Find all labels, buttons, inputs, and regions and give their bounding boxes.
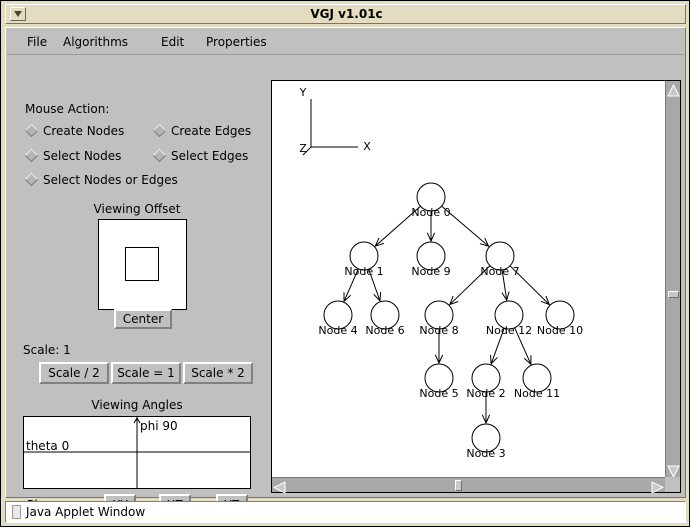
node-layer [323, 182, 575, 453]
triangle-down-icon [14, 11, 22, 17]
status-bar: Java Applet Window [5, 501, 686, 523]
axis-x-label: X [363, 140, 371, 153]
radio-create-nodes[interactable] [25, 124, 38, 137]
radio-select-nodes-or-edges[interactable] [25, 173, 38, 186]
radio-select-edges[interactable] [153, 149, 166, 162]
viewing-offset-handle[interactable] [125, 247, 159, 281]
horizontal-scrollbar[interactable] [272, 477, 665, 494]
viewing-angles-title: Viewing Angles [91, 398, 183, 412]
menu-algorithms[interactable]: Algorithms [59, 34, 132, 50]
radio-create-edges[interactable] [153, 124, 166, 137]
radio-label-select-nodes: Select Nodes [43, 149, 122, 163]
scale-divide-button[interactable]: Scale / 2 [39, 362, 109, 384]
viewing-angles-pad[interactable]: theta 0 phi 90 [23, 416, 251, 489]
viewing-offset-title: Viewing Offset [93, 202, 181, 216]
menu-bar: File Algorithms Edit Properties [7, 29, 684, 55]
scale-label: Scale: 1 [23, 343, 71, 357]
graph-node-label: Node 0 [411, 206, 451, 219]
radio-label-create-edges: Create Edges [171, 124, 252, 138]
menu-file[interactable]: File [23, 34, 51, 50]
scale-multiply-button[interactable]: Scale * 2 [183, 362, 253, 384]
menu-properties[interactable]: Properties [202, 34, 271, 50]
scroll-up-button[interactable] [667, 82, 680, 97]
radio-label-select-nodes-or-edges: Select Nodes or Edges [43, 173, 178, 187]
client-area: File Algorithms Edit Properties Mouse Ac… [5, 27, 686, 515]
graph-canvas[interactable]: Y X Z Node 0 Node 1 Node 9 Node 7 Node 4 Node… [272, 81, 665, 477]
mouse-action-label: Mouse Action: [25, 102, 110, 116]
scroll-left-button[interactable] [272, 479, 286, 494]
radio-label-create-nodes: Create Nodes [43, 124, 125, 138]
graph-drawing [302, 99, 575, 453]
radio-select-nodes[interactable] [25, 149, 38, 162]
scroll-down-button[interactable] [667, 463, 680, 479]
vertical-scroll-thumb[interactable] [668, 291, 679, 298]
scale-reset-button[interactable]: Scale = 1 [111, 362, 181, 384]
axis-z-label: Z [299, 142, 307, 155]
graph-node-label: Node 9 [411, 265, 451, 278]
vertical-scrollbar[interactable] [665, 81, 680, 479]
control-panel: Mouse Action: Create Nodes Create Edges … [7, 56, 265, 515]
graph-node-label: Node 11 [513, 387, 561, 400]
axis-indicator [302, 99, 358, 156]
axis-y-label: Y [299, 86, 307, 99]
applet-warning-icon [12, 505, 21, 519]
theta-label: theta 0 [26, 439, 70, 453]
triangle-left-icon [272, 481, 286, 494]
graph-view: Y X Z Node 0 Node 1 Node 9 Node 7 Node 4 Node… [271, 80, 681, 494]
status-text: Java Applet Window [26, 505, 146, 519]
center-button[interactable]: Center [114, 309, 172, 329]
menu-edit[interactable]: Edit [157, 34, 188, 50]
graph-node-label: Node 8 [419, 324, 459, 337]
triangle-right-icon [651, 481, 665, 494]
scroll-right-button[interactable] [651, 479, 665, 494]
radio-label-select-edges: Select Edges [171, 149, 249, 163]
window-title: VGJ v1.01c [310, 7, 383, 21]
viewing-offset-pad[interactable] [98, 219, 187, 310]
phi-label: phi 90 [140, 419, 178, 433]
graph-node-label: Node 3 [466, 447, 506, 460]
triangle-up-icon [667, 83, 680, 97]
system-menu-button[interactable] [10, 7, 26, 21]
horizontal-scroll-thumb[interactable] [455, 480, 462, 491]
title-bar: VGJ v1.01c [5, 4, 686, 24]
scrollbar-corner [665, 477, 680, 492]
application-window: VGJ v1.01c File Algorithms Edit Properti… [0, 0, 690, 527]
graph-node-label: Node 10 [536, 324, 584, 337]
graph-node-label: Node 7 [480, 265, 520, 278]
